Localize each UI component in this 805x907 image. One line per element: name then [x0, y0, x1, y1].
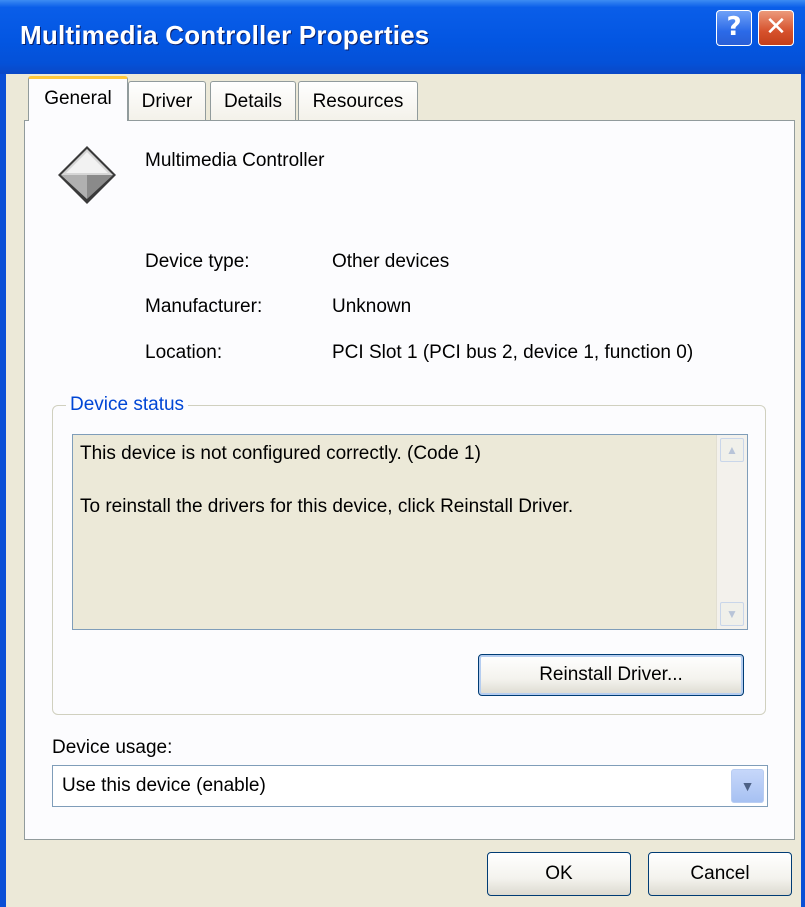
- tab-general[interactable]: General: [28, 76, 128, 121]
- window-left-border: [0, 74, 6, 907]
- scroll-down-icon[interactable]: ▼: [720, 602, 744, 626]
- device-name: Multimedia Controller: [145, 150, 325, 171]
- close-button[interactable]: ✕: [758, 10, 794, 46]
- ok-button[interactable]: OK: [487, 852, 631, 896]
- help-button[interactable]: ?: [716, 10, 752, 46]
- device-usage-value: Use this device (enable): [62, 775, 266, 796]
- scroll-up-icon[interactable]: ▲: [720, 438, 744, 462]
- manufacturer-label: Manufacturer:: [145, 296, 263, 317]
- status-scrollbar[interactable]: ▲ ▼: [716, 435, 747, 629]
- tab-details[interactable]: Details: [210, 81, 296, 121]
- location-value: PCI Slot 1 (PCI bus 2, device 1, functio…: [332, 342, 694, 363]
- device-usage-label: Device usage:: [52, 737, 173, 758]
- properties-dialog: Multimedia Controller Properties ? ✕ Gen…: [0, 0, 805, 907]
- tab-resources[interactable]: Resources: [298, 81, 418, 121]
- window-right-border: [801, 74, 805, 907]
- generic-device-icon: [58, 146, 116, 204]
- device-type-label: Device type:: [145, 251, 250, 272]
- device-status-textbox[interactable]: This device is not configured correctly.…: [72, 434, 748, 630]
- manufacturer-value: Unknown: [332, 296, 412, 317]
- tab-driver[interactable]: Driver: [128, 81, 206, 121]
- cancel-button[interactable]: Cancel: [648, 852, 792, 896]
- device-type-value: Other devices: [332, 251, 450, 272]
- status-message: This device is not configured correctly.…: [80, 443, 481, 464]
- device-status-legend: Device status: [66, 394, 189, 416]
- status-instruction: To reinstall the drivers for this device…: [80, 496, 574, 517]
- device-usage-select[interactable]: Use this device (enable) ▼: [52, 765, 768, 807]
- chevron-down-icon[interactable]: ▼: [731, 769, 764, 803]
- reinstall-driver-button[interactable]: Reinstall Driver...: [478, 654, 744, 696]
- title-bar[interactable]: Multimedia Controller Properties ? ✕: [0, 0, 805, 74]
- window-title: Multimedia Controller Properties: [20, 20, 430, 50]
- location-label: Location:: [145, 342, 223, 363]
